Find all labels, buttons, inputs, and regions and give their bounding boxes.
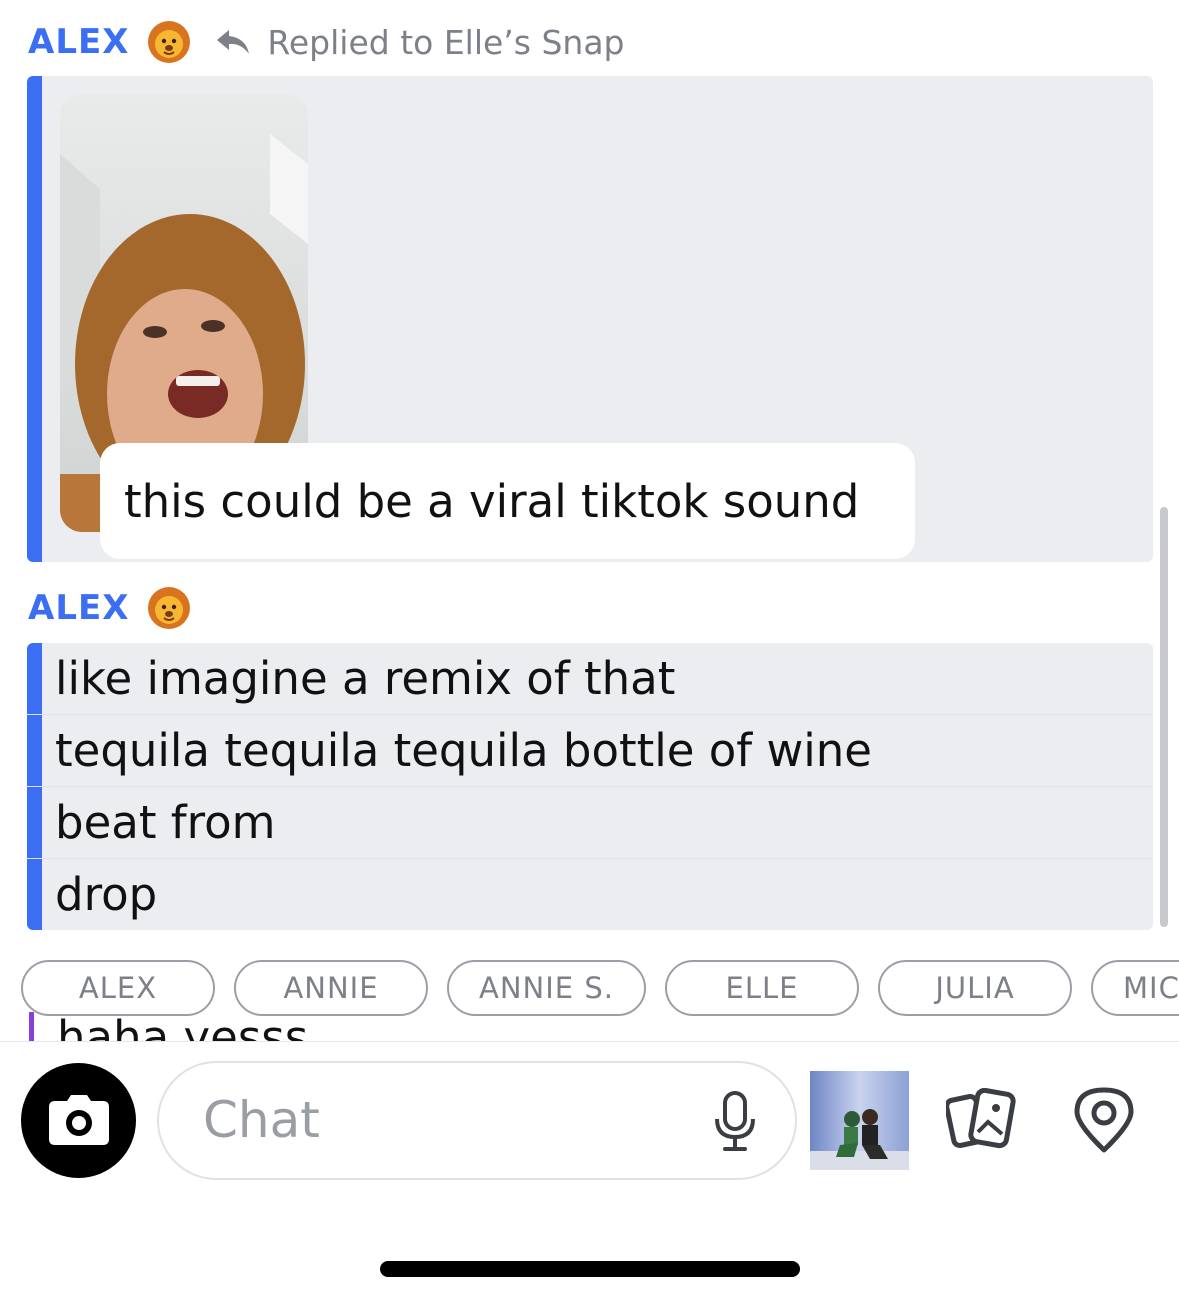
mention-chip-label: ANNIE S. <box>479 971 614 1005</box>
snap-caption: this could be a viral tiktok sound <box>100 443 915 559</box>
bitmoji-sticker-button[interactable] <box>810 1071 909 1170</box>
text-message-group: like imagine a remix of that tequila teq… <box>27 643 1153 930</box>
chat-message-text: drop <box>55 868 158 921</box>
mention-suggestions: ALEX ANNIE ANNIE S. ELLE JULIA MIC <box>0 958 1179 1022</box>
mention-chip-label: MIC <box>1123 971 1179 1005</box>
mention-chip-label: ALEX <box>78 971 158 1005</box>
bitmoji-sticker <box>810 1071 909 1170</box>
sender-accent-bar <box>27 76 42 562</box>
mention-chip-annie[interactable]: ANNIE <box>234 960 428 1016</box>
chat-message[interactable]: like imagine a remix of that <box>27 643 1153 715</box>
mention-chip-label: ELLE <box>725 971 799 1005</box>
sender-name: ALEX <box>28 588 130 628</box>
mention-chip-mic[interactable]: MIC <box>1091 960 1179 1016</box>
mention-chip-elle[interactable]: ELLE <box>665 960 859 1016</box>
chat-input[interactable]: Chat <box>157 1061 797 1180</box>
mention-chip-label: JULIA <box>935 971 1015 1005</box>
mention-chip-annie-s[interactable]: ANNIE S. <box>447 960 646 1016</box>
sender-name: ALEX <box>28 22 130 62</box>
snap-reply-bubble: this could be a viral tiktok sound <box>27 76 1153 562</box>
map-pin-icon[interactable] <box>1073 1086 1135 1154</box>
chat-message-text: beat from <box>55 796 276 849</box>
composer-divider <box>0 1041 1179 1042</box>
reply-arrow-icon <box>217 30 250 54</box>
lion-emoji-icon <box>148 587 191 629</box>
chat-message[interactable]: tequila tequila tequila bottle of wine <box>27 715 1153 787</box>
snap-caption-text: this could be a viral tiktok sound <box>124 474 860 528</box>
camera-icon <box>48 1094 109 1145</box>
chat-message[interactable]: beat from <box>27 787 1153 859</box>
reply-label: Replied to Elle’s Snap <box>267 22 625 62</box>
chat-message-text: like imagine a remix of that <box>55 652 676 705</box>
microphone-icon[interactable] <box>711 1091 759 1153</box>
camera-button[interactable] <box>21 1063 136 1178</box>
chat-placeholder: Chat <box>203 1091 320 1149</box>
memories-icon[interactable] <box>946 1088 1016 1152</box>
chat-message[interactable]: drop <box>27 859 1153 930</box>
mention-chip-label: ANNIE <box>283 971 379 1005</box>
mention-chip-alex[interactable]: ALEX <box>21 960 215 1016</box>
reply-indicator[interactable]: Replied to Elle’s Snap <box>213 22 625 62</box>
scrollbar[interactable] <box>1160 507 1168 927</box>
message-header-1: ALEX Replied to Elle’s Snap <box>28 20 625 64</box>
lion-emoji-icon <box>148 21 191 63</box>
message-header-2: ALEX <box>28 586 191 630</box>
chat-message-text: tequila tequila tequila bottle of wine <box>55 724 872 777</box>
mention-chip-julia[interactable]: JULIA <box>878 960 1072 1016</box>
home-indicator[interactable] <box>380 1261 800 1277</box>
